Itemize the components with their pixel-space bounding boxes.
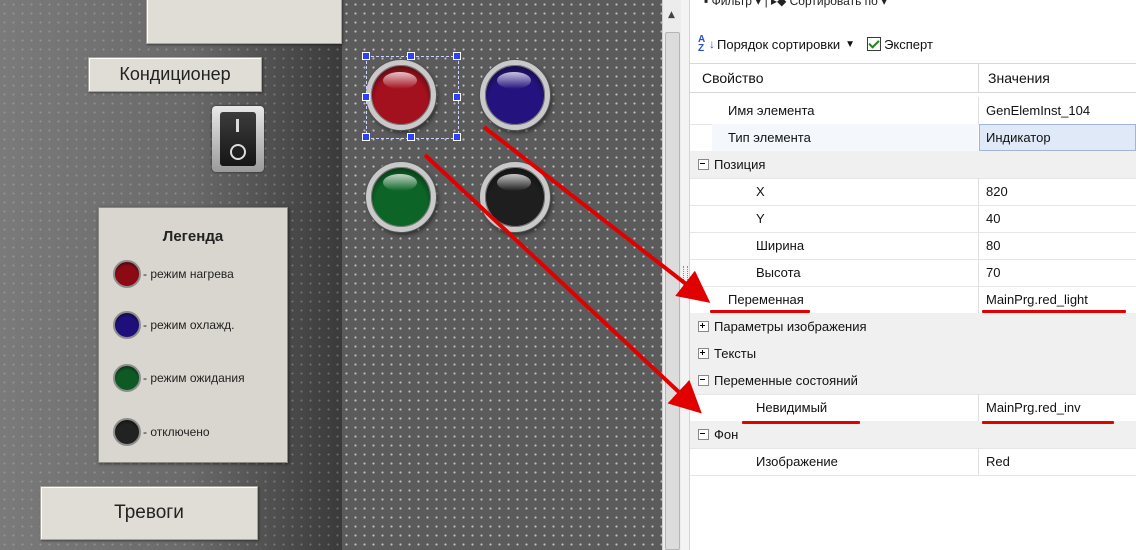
blue-lamp-icon — [113, 311, 141, 339]
scroll-up-arrow-icon[interactable]: ▲ — [668, 10, 675, 20]
resize-handle[interactable] — [453, 133, 461, 141]
value-column-header[interactable]: Значения — [988, 70, 1050, 86]
expert-checkbox[interactable] — [867, 37, 882, 51]
property-value[interactable]: GenElemInst_104 — [986, 103, 1090, 118]
property-row[interactable]: X 820 — [690, 178, 1136, 206]
property-name: X — [756, 184, 765, 199]
property-row[interactable]: Ширина 80 — [690, 232, 1136, 260]
group-name: Позиция — [714, 157, 766, 172]
property-value[interactable]: 820 — [986, 184, 1008, 199]
legend-item-cooling: - режим охлажд. — [113, 311, 234, 339]
property-name: Изображение — [756, 454, 838, 469]
properties-panel: ▪ Фильтр ▾ | ▸◆ Сортировать по ▾ AZ ↓ По… — [690, 0, 1136, 550]
scroll-thumb[interactable] — [665, 32, 680, 550]
black-lamp-icon — [113, 418, 141, 446]
property-name: Тип элемента — [728, 130, 811, 145]
underline-invisible-name — [742, 421, 860, 424]
legend-box: Легенда - режим нагрева - режим охлажд. … — [98, 207, 288, 463]
green-lamp-icon — [113, 364, 141, 392]
sort-down-arrow-icon: ↓ — [709, 37, 715, 51]
resize-handle[interactable] — [362, 133, 370, 141]
switch-on-mark-icon — [236, 119, 239, 132]
property-row[interactable]: Y 40 — [690, 205, 1136, 233]
property-name: Имя элемента — [728, 103, 815, 118]
group-name: Переменные состояний — [714, 373, 858, 388]
property-group-position[interactable]: Позиция — [690, 151, 1136, 179]
property-value[interactable]: MainPrg.red_inv — [986, 400, 1081, 415]
canvas-vertical-scrollbar[interactable]: ▲ — [662, 0, 682, 550]
property-value[interactable]: Red — [986, 454, 1010, 469]
expert-label: Эксперт — [884, 36, 933, 52]
legend-item-off: - отключено — [113, 418, 210, 446]
property-name: Ширина — [756, 238, 805, 253]
property-row[interactable]: Изображение Red — [690, 448, 1136, 476]
property-value[interactable]: 40 — [986, 211, 1000, 226]
property-row[interactable]: Высота 70 — [690, 259, 1136, 287]
property-name: Переменная — [728, 292, 804, 307]
conditioner-button[interactable]: Кондиционер — [88, 57, 262, 92]
property-name: Невидимый — [756, 400, 828, 415]
expand-icon[interactable] — [698, 348, 709, 359]
legend-item-label: - режим охлажд. — [143, 318, 235, 332]
resize-handle[interactable] — [453, 93, 461, 101]
property-value[interactable]: 70 — [986, 265, 1000, 280]
legend-item-label: - режим нагрева — [143, 267, 234, 281]
legend-item-label: - режим ожидания — [143, 371, 245, 385]
resize-handle[interactable] — [362, 52, 370, 60]
green-lamp[interactable] — [366, 162, 436, 232]
property-value[interactable]: MainPrg.red_light — [986, 292, 1088, 307]
expand-icon[interactable] — [698, 321, 709, 332]
power-switch[interactable] — [212, 106, 264, 172]
pane-splitter[interactable] — [681, 0, 690, 550]
splitter-grip-icon[interactable] — [683, 266, 688, 282]
property-group-state-vars[interactable]: Переменные состояний — [690, 367, 1136, 395]
sort-toolbar: AZ ↓ Порядок сортировки ▼ Эксперт — [698, 35, 933, 54]
resize-handle[interactable] — [362, 93, 370, 101]
collapse-icon[interactable] — [698, 159, 709, 170]
property-row[interactable]: Имя элемента GenElemInst_104 — [690, 97, 1136, 125]
collapse-icon[interactable] — [698, 429, 709, 440]
property-value[interactable]: 80 — [986, 238, 1000, 253]
property-grid-header: Свойство Значения — [690, 63, 1136, 93]
legend-item-label: - отключено — [143, 425, 210, 439]
property-group-image-params[interactable]: Параметры изображения — [690, 313, 1136, 341]
property-column-header[interactable]: Свойство — [702, 70, 763, 86]
property-name: Высота — [756, 265, 801, 280]
underline-variable-name — [710, 310, 810, 313]
black-lamp[interactable] — [480, 162, 550, 232]
property-row-invisible[interactable]: Невидимый MainPrg.red_inv — [690, 394, 1136, 422]
underline-invisible-value — [982, 421, 1114, 424]
filter-toolbar[interactable]: ▪ Фильтр ▾ | ▸◆ Сортировать по ▾ — [704, 0, 887, 8]
group-name: Тексты — [714, 346, 757, 361]
legend-item-standby: - режим ожидания — [113, 364, 245, 392]
property-group-background[interactable]: Фон — [690, 421, 1136, 449]
chevron-down-icon[interactable]: ▼ — [845, 39, 855, 50]
alarms-button[interactable]: Тревоги — [40, 486, 258, 540]
legend-item-heating: - режим нагрева — [113, 260, 234, 288]
group-name: Параметры изображения — [714, 319, 867, 334]
resize-handle[interactable] — [407, 133, 415, 141]
top-button[interactable] — [146, 0, 342, 44]
collapse-icon[interactable] — [698, 375, 709, 386]
property-name: Y — [756, 211, 765, 226]
underline-variable-value — [982, 310, 1126, 313]
resize-handle[interactable] — [407, 52, 415, 60]
switch-off-mark-icon — [230, 144, 246, 160]
property-row-selected[interactable]: Тип элемента Индикатор — [690, 124, 1136, 152]
red-lamp-icon — [113, 260, 141, 288]
blue-lamp[interactable] — [480, 60, 550, 130]
property-group-texts[interactable]: Тексты — [690, 340, 1136, 368]
property-value[interactable]: Индикатор — [986, 130, 1051, 145]
az-sort-icon[interactable]: AZ — [698, 35, 709, 54]
switch-rocker — [220, 112, 256, 166]
group-name: Фон — [714, 427, 739, 442]
selection-frame — [366, 56, 459, 139]
sort-order-button[interactable]: Порядок сортировки — [717, 37, 840, 52]
resize-handle[interactable] — [453, 52, 461, 60]
legend-title: Легенда — [162, 228, 224, 245]
